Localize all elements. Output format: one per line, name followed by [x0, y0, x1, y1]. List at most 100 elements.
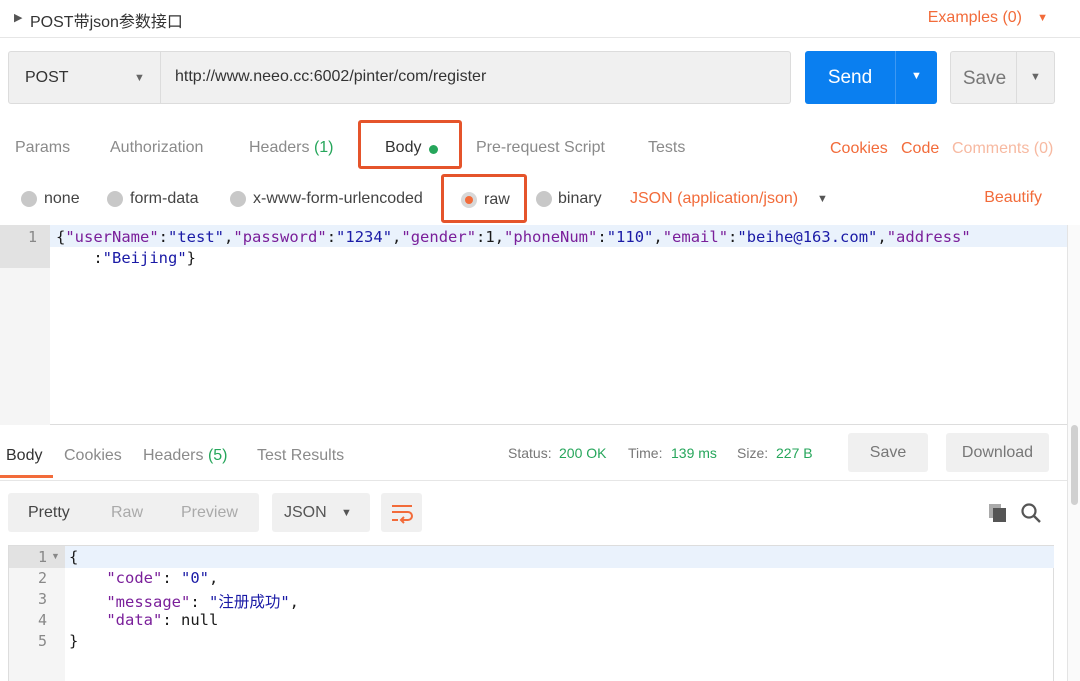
tab-prerequest-script[interactable]: Pre-request Script	[476, 139, 605, 157]
response-tab-body[interactable]: Body	[6, 447, 42, 465]
json-string: "0"	[181, 569, 209, 587]
view-pretty[interactable]: Pretty	[28, 504, 70, 522]
cookies-link[interactable]: Cookies	[830, 140, 888, 158]
tab-tests[interactable]: Tests	[648, 139, 685, 157]
line-number: 1	[27, 228, 37, 246]
json-string: "注册成功"	[209, 593, 290, 611]
response-tab-headers[interactable]: Headers (5)	[143, 447, 228, 465]
request-body-code[interactable]: {"userName":"test","password":"1234","ge…	[56, 227, 1066, 269]
radio-none-label[interactable]: none	[44, 190, 80, 208]
time-value[interactable]: 139 ms	[671, 445, 717, 461]
json-string: "1234"	[336, 228, 393, 246]
radio-form-data-label[interactable]: form-data	[130, 190, 198, 208]
wrap-lines-button[interactable]	[381, 493, 422, 532]
method-label: POST	[25, 69, 69, 86]
code-token: {	[56, 228, 66, 246]
status-value[interactable]: 200 OK	[559, 445, 606, 461]
tab-authorization[interactable]: Authorization	[110, 139, 203, 157]
save-options-button[interactable]: ▼	[1016, 51, 1055, 104]
radio-binary[interactable]	[536, 191, 552, 207]
editor-scrollbar[interactable]	[1067, 225, 1080, 425]
active-line-highlight	[65, 546, 1054, 568]
page-scrollbar[interactable]	[1067, 425, 1080, 681]
radio-none[interactable]	[21, 191, 37, 207]
json-string: "Beijing"	[102, 249, 187, 267]
response-tab-headers-label: Headers	[143, 447, 204, 464]
code-line: "message": "注册成功",	[69, 590, 299, 612]
code-token: ,	[209, 569, 219, 587]
radio-form-data[interactable]	[107, 191, 123, 207]
wrap-lines-icon	[392, 505, 413, 524]
radio-urlencoded[interactable]	[230, 191, 246, 207]
view-preview[interactable]: Preview	[181, 504, 238, 522]
comments-link[interactable]: Comments (0)	[952, 140, 1053, 158]
size-label: Size:	[737, 445, 769, 461]
save-response-button[interactable]: Save	[848, 433, 928, 472]
code-line: "code": "0",	[69, 569, 218, 587]
json-string: "test"	[168, 228, 225, 246]
code-token: :	[597, 228, 607, 246]
tab-body[interactable]: Body	[358, 120, 462, 169]
response-format-select[interactable]: JSON ▼	[272, 493, 370, 532]
caret-down-icon: ▼	[341, 507, 352, 519]
code-token: {	[69, 548, 79, 566]
status-label: Status:	[508, 445, 552, 461]
caret-down-icon[interactable]: ▼	[1037, 12, 1048, 24]
caret-right-icon[interactable]: ▶	[14, 11, 22, 24]
view-raw[interactable]: Raw	[111, 504, 143, 522]
save-button[interactable]: Save	[950, 51, 1017, 104]
tab-headers[interactable]: Headers (1)	[249, 139, 334, 157]
save-response-label: Save	[869, 444, 907, 461]
code-line: {	[69, 548, 78, 566]
size-value[interactable]: 227 B	[776, 445, 813, 461]
code-token: :	[162, 611, 181, 629]
code-token: :1,	[476, 228, 505, 246]
send-button[interactable]: Send	[805, 51, 895, 104]
examples-link[interactable]: Examples (0)	[928, 9, 1022, 27]
send-options-button[interactable]: ▼	[895, 51, 937, 104]
code-token: ,	[653, 228, 663, 246]
code-token: :	[728, 228, 738, 246]
active-tab-indicator	[0, 475, 53, 478]
json-key: "phoneNum"	[504, 228, 598, 246]
caret-down-icon[interactable]: ▼	[817, 193, 828, 205]
code-token: :	[326, 228, 337, 246]
response-tab-cookies[interactable]: Cookies	[64, 447, 122, 465]
json-key: "address"	[886, 228, 971, 246]
code-link[interactable]: Code	[901, 140, 939, 158]
line-number: 4	[37, 611, 47, 629]
response-tab-headers-count: (5)	[207, 447, 228, 464]
copy-icon[interactable]	[988, 503, 1008, 523]
divider	[0, 480, 1067, 481]
json-null: null	[181, 611, 219, 629]
radio-raw[interactable]	[461, 192, 477, 208]
url-input[interactable]: http://www.neeo.cc:6002/pinter/com/regis…	[161, 51, 791, 104]
scrollbar-thumb[interactable]	[1071, 425, 1078, 505]
request-title[interactable]: POST带json参数接口	[30, 8, 183, 32]
request-body-editor[interactable]: 1 {"userName":"test","password":"1234","…	[0, 225, 1067, 425]
content-type-select[interactable]: JSON (application/json)	[630, 190, 798, 208]
beautify-link[interactable]: Beautify	[984, 189, 1042, 207]
code-line: }	[69, 632, 78, 650]
radio-urlencoded-label[interactable]: x-www-form-urlencoded	[253, 190, 423, 208]
code-token: }	[69, 632, 79, 650]
radio-raw-option[interactable]: raw	[441, 174, 527, 223]
tab-params[interactable]: Params	[15, 139, 70, 157]
fold-caret-icon[interactable]: ▼	[51, 551, 60, 561]
response-tab-test-results[interactable]: Test Results	[257, 447, 344, 465]
code-token: }	[186, 249, 197, 267]
radio-binary-label[interactable]: binary	[558, 190, 602, 208]
download-button[interactable]: Download	[946, 433, 1049, 472]
line-number: 3	[37, 590, 47, 608]
json-key: "message"	[106, 593, 191, 611]
search-icon[interactable]	[1020, 502, 1042, 524]
response-body-viewer[interactable]: 1 ▼ 2 3 4 5 { "code": "0", "message": "注…	[8, 545, 1054, 681]
radio-selected-dot	[465, 196, 473, 204]
json-string: "110"	[606, 228, 654, 246]
download-label: Download	[961, 444, 1034, 461]
code-token: ,	[877, 228, 887, 246]
radio-raw-label[interactable]: raw	[484, 191, 510, 209]
method-select[interactable]: POST ▼	[8, 51, 161, 104]
tab-headers-label: Headers	[249, 139, 310, 156]
url-value: http://www.neeo.cc:6002/pinter/com/regis…	[175, 68, 487, 85]
